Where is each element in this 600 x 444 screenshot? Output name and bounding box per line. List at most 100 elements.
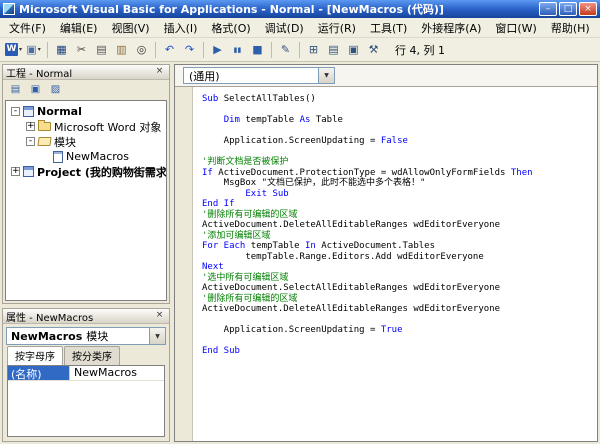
properties-window-icon[interactable]: ▤: [324, 41, 343, 59]
reset-icon[interactable]: ■: [248, 41, 267, 59]
module-icon: [53, 151, 63, 163]
code-line: For Each tempTable In ActiveDocument.Tab…: [202, 241, 595, 252]
tree-expander[interactable]: +: [11, 167, 20, 176]
tab-categorized[interactable]: 按分类序: [64, 346, 120, 365]
chevron-down-icon[interactable]: ▼: [149, 328, 165, 344]
menu-item[interactable]: 运行(R): [311, 18, 363, 38]
project-tree: - Normal+Microsoft Word 对象-模块NewMacros + Pr…: [5, 100, 167, 301]
code-window: (通用) ▼ Sub SelectAllTables() Dim tempTab…: [174, 64, 598, 442]
tree-item[interactable]: + Project (我的购物街需求): [6, 164, 166, 179]
code-line: End Sub: [202, 346, 595, 357]
code-line: '选中所有可编辑区域: [202, 273, 595, 284]
cut-icon[interactable]: ✂: [72, 41, 91, 59]
view-word-icon[interactable]: W▾: [4, 41, 23, 59]
code-line: ActiveDocument.SelectAllEditableRanges w…: [202, 283, 595, 294]
toolbar-separator: [271, 42, 272, 58]
project-panel-title: 工程 - Normal: [6, 65, 153, 80]
minimize-button[interactable]: –: [539, 2, 557, 16]
menu-item[interactable]: 调试(D): [258, 18, 311, 38]
menu-item[interactable]: 工具(T): [363, 18, 414, 38]
undo-icon[interactable]: ↶: [160, 41, 179, 59]
project-panel-header[interactable]: 工程 - Normal ×: [3, 65, 169, 80]
tree-item[interactable]: +Microsoft Word 对象: [6, 119, 166, 134]
view-code-icon[interactable]: ▤: [7, 82, 24, 98]
properties-object-selector[interactable]: NewMacros 模块 ▼: [6, 327, 166, 345]
redo-icon[interactable]: ↷: [180, 41, 199, 59]
design-mode-icon[interactable]: ✎: [276, 41, 295, 59]
insert-userform-icon[interactable]: ▣▾: [24, 41, 43, 59]
toolbar-separator: [155, 42, 156, 58]
menu-item[interactable]: 视图(V): [104, 18, 156, 38]
toolbar-separator: [203, 42, 204, 58]
tree-item[interactable]: NewMacros: [6, 149, 166, 164]
project-icon: [23, 106, 34, 117]
property-value-cell[interactable]: NewMacros: [70, 366, 164, 380]
code-line: ActiveDocument.DeleteAllEditableRanges w…: [202, 220, 595, 231]
code-line: tempTable.Range.Editors.Add wdEditorEver…: [202, 252, 595, 263]
code-line: Application.ScreenUpdating = False: [202, 136, 595, 147]
menu-item[interactable]: 格式(O): [204, 18, 257, 38]
save-icon[interactable]: ▦: [52, 41, 71, 59]
project-panel-toolbar: ▤▣▨: [3, 80, 169, 100]
menu-item[interactable]: 外接程序(A): [414, 18, 488, 38]
code-body: Sub SelectAllTables() Dim tempTable As T…: [175, 87, 597, 441]
tree-item-label: Normal: [37, 105, 82, 118]
project-explorer-icon[interactable]: ⊞: [304, 41, 323, 59]
menu-item[interactable]: 窗口(W): [488, 18, 543, 38]
toolbar-separator: [47, 42, 48, 58]
menu-items: 文件(F)编辑(E)视图(V)插入(I)格式(O)调试(D)运行(R)工具(T)…: [2, 18, 597, 38]
find-icon[interactable]: ◎: [132, 41, 151, 59]
menu-item[interactable]: 编辑(E): [53, 18, 105, 38]
menu-item[interactable]: 文件(F): [2, 18, 53, 38]
properties-grid: (名称) NewMacros: [7, 365, 165, 437]
code-line: Exit Sub: [202, 189, 595, 200]
paste-icon[interactable]: ▥: [112, 41, 131, 59]
properties-panel-close-button[interactable]: ×: [153, 310, 166, 322]
toolbar-icons: W▾▣▾▦✂▤▥◎↶↷▶▮▮■✎⊞▤▣⚒: [4, 41, 383, 59]
code-editor[interactable]: Sub SelectAllTables() Dim tempTable As T…: [193, 87, 597, 441]
properties-panel-header[interactable]: 属性 - NewMacros ×: [3, 309, 169, 324]
toolbox-icon[interactable]: ⚒: [364, 41, 383, 59]
standard-toolbar: W▾▣▾▦✂▤▥◎↶↷▶▮▮■✎⊞▤▣⚒ 行 4, 列 1: [0, 38, 600, 62]
vb-app-icon: [3, 3, 15, 15]
break-icon[interactable]: ▮▮: [228, 41, 247, 59]
project-panel-close-button[interactable]: ×: [153, 66, 166, 78]
code-margin-indicator-bar[interactable]: [175, 87, 193, 441]
toggle-folders-icon[interactable]: ▨: [47, 82, 64, 98]
code-line: '添加可编辑区域: [202, 231, 595, 242]
object-dropdown[interactable]: (通用) ▼: [183, 67, 335, 84]
code-line: '删除所有可编辑的区域: [202, 294, 595, 305]
code-line: If ActiveDocument.ProtectionType = wdAll…: [202, 168, 595, 179]
close-button[interactable]: ×: [579, 2, 597, 16]
tree-item[interactable]: - Normal: [6, 104, 166, 119]
folder-open-icon: [37, 137, 51, 146]
code-line: '判断文档是否被保护: [202, 157, 595, 168]
run-icon[interactable]: ▶: [208, 41, 227, 59]
tree-expander[interactable]: +: [26, 122, 35, 131]
view-object-icon[interactable]: ▣: [27, 82, 44, 98]
main-area: 工程 - Normal × ▤▣▨ - Normal+Microsoft Word…: [0, 62, 600, 444]
property-name-cell[interactable]: (名称): [8, 366, 70, 380]
menu-bar: 文件(F)编辑(E)视图(V)插入(I)格式(O)调试(D)运行(R)工具(T)…: [0, 18, 600, 38]
tab-alphabetic[interactable]: 按字母序: [7, 346, 63, 365]
object-browser-icon[interactable]: ▣: [344, 41, 363, 59]
tree-item-label: Project (我的购物街需求): [37, 164, 167, 180]
tree-item[interactable]: -模块: [6, 134, 166, 149]
code-combo-bar: (通用) ▼: [175, 65, 597, 87]
object-dropdown-value: (通用): [189, 68, 220, 84]
copy-icon[interactable]: ▤: [92, 41, 111, 59]
menu-item[interactable]: 帮助(H): [544, 18, 597, 38]
tree-expander[interactable]: -: [11, 107, 20, 116]
properties-tabs: 按字母序 按分类序: [3, 348, 169, 365]
maximize-button[interactable]: □: [559, 2, 577, 16]
properties-panel-title: 属性 - NewMacros: [6, 309, 153, 324]
tree-expander[interactable]: -: [26, 137, 35, 146]
chevron-down-icon[interactable]: ▼: [318, 68, 334, 83]
code-line: ActiveDocument.DeleteAllEditableRanges w…: [202, 304, 595, 315]
menu-item[interactable]: 插入(I): [157, 18, 205, 38]
title-bar[interactable]: Microsoft Visual Basic for Applications …: [0, 0, 600, 18]
code-line: Application.ScreenUpdating = True: [202, 325, 595, 336]
properties-panel: 属性 - NewMacros × NewMacros 模块 ▼ 按字母序 按分类…: [2, 308, 170, 442]
folder-closed-icon: [38, 122, 51, 131]
left-column: 工程 - Normal × ▤▣▨ - Normal+Microsoft Word…: [2, 64, 170, 442]
